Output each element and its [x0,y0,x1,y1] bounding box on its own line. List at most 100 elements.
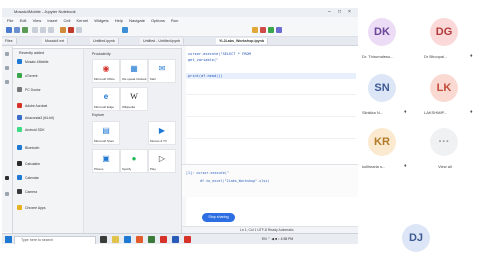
paste-icon[interactable] [48,27,54,33]
taskbar-search[interactable]: Type here to search [14,236,96,244]
app-item[interactable]: Mosaic 4Mobile [17,59,81,66]
tab-mosaic-ext[interactable]: Mosaic4 ext [42,38,69,44]
spotify-icon: ● [131,154,137,163]
menu-bar: File Edit View Insert Cell Kernel Widget… [2,17,358,24]
menu-help[interactable]: Help [115,17,123,24]
menu-cell[interactable]: Cell [63,17,70,24]
mic-icon: ♦ [404,163,407,169]
stop-sharing-button[interactable]: Stop sharing [202,213,235,222]
console-panel[interactable]: [1]: cursor.execute(" df.to_excel("2Labs… [180,164,358,197]
minimize-button[interactable]: – [328,9,331,15]
code-line: get_variable(" [188,58,219,62]
mail-icon: ✉ [158,64,166,73]
tool-icon[interactable] [122,27,128,33]
avatar-self[interactable]: DJ [402,224,430,252]
edge-icon[interactable] [124,236,131,243]
avatar[interactable]: LK [430,74,458,102]
participant-name: Dr. Thirumalesu... [362,54,394,59]
app-item[interactable]: Calculator [17,161,81,168]
tab-untitled-2[interactable]: Untitled - Untitled.ipynb [140,38,185,44]
stop-icon[interactable] [68,27,74,33]
shared-screen: Mosaic4Mobile - Jupyter Notebook – □ × F… [2,8,358,244]
app-item[interactable]: Camera [17,189,81,196]
participant-name: LAKSHMIP... [424,110,448,115]
settings-icon[interactable] [5,192,9,196]
open-icon[interactable] [14,27,20,33]
code-editor[interactable]: cursor.execute("SELECT * FROM get_variab… [180,46,358,232]
menu-options[interactable]: Options [151,17,165,24]
tile-movies[interactable]: ▶ Movies & TV [148,121,176,145]
code-line: print(df.head()) [188,74,223,78]
app-item[interactable]: Calendar [17,175,81,182]
app-list-header: Recently added [19,51,44,55]
menu-kernel[interactable]: Kernel [77,17,89,24]
menu-view[interactable]: View [33,17,42,24]
copy-icon[interactable] [40,27,46,33]
file-explorer-icon[interactable] [112,236,119,243]
search-icon[interactable] [5,66,9,70]
tile-spotify[interactable]: ● Spotify [120,149,148,173]
table-icon[interactable] [268,27,274,33]
new-icon[interactable] [6,27,12,33]
tile-photos[interactable]: ▣ Photos [92,149,120,173]
menu-file[interactable]: File [7,17,13,24]
app-item[interactable]: Chrome Apps [17,205,81,212]
run-icon[interactable] [60,27,66,33]
avatar[interactable]: SN [368,74,396,102]
tile-office[interactable]: ◉ Microsoft Office [92,59,120,83]
account-icon[interactable] [5,176,9,180]
section-title: Explore [92,113,105,117]
app-icon[interactable] [160,236,167,243]
app-item[interactable]: uTorrent [17,73,81,80]
menu-insert[interactable]: Insert [47,17,57,24]
avatar[interactable]: KR [368,128,396,156]
task-view-icon[interactable] [100,236,107,243]
tile-play[interactable]: ▷ Play [148,149,176,173]
app-icon [17,145,22,150]
app-icon [17,103,22,108]
menu-widgets[interactable]: Widgets [94,17,108,24]
save-icon[interactable] [22,27,28,33]
app-item[interactable]: Anaconda3 (64-bit) [17,115,81,122]
app-item[interactable]: Adobe Acrobat [17,103,81,110]
app-item[interactable]: Android SDK [17,127,81,134]
menu-run[interactable]: Run [171,17,178,24]
close-button[interactable]: × [348,9,351,15]
tile-outlook[interactable]: ▦ We speak Outlook [120,59,148,83]
status-text: Ln 1, Col 1 UTF-8 Ready Automatic [240,228,294,232]
word-icon[interactable] [172,236,179,243]
tile-store[interactable]: ▤ Microsoft Store [92,121,120,145]
avatar[interactable]: DK [368,18,396,46]
windows-start-icon[interactable] [5,236,12,243]
tile-edge[interactable]: e Microsoft Edge [92,87,120,111]
tile-mail[interactable]: ✉ Mail [148,59,176,83]
app-item[interactable]: Bluetooth [17,145,81,152]
app-icon [17,87,22,92]
tile-empty [120,121,148,145]
divider [186,94,356,95]
view-all-avatar[interactable]: ··· [430,128,458,156]
tile-wikipedia[interactable]: W Wikipedia [120,87,148,111]
cut-icon[interactable] [32,27,38,33]
menu-navigate[interactable]: Navigate [129,17,145,24]
tab-workshop[interactable]: YL2Labs_Workshop.ipynb [216,38,269,44]
menu-edit[interactable]: Edit [20,17,27,24]
system-tray: EN ⌃ ◀ ■ ♪ 4:58 PM [262,237,294,241]
tab-bar: Files Mosaic4 ext Untitled.ipynb Untitle… [2,37,358,46]
chart-icon[interactable] [276,27,282,33]
restart-icon[interactable] [76,27,82,33]
excel-icon[interactable] [148,236,155,243]
avatar[interactable]: DG [430,18,458,46]
highlight-icon[interactable] [260,27,266,33]
maximize-button[interactable]: □ [338,9,341,15]
git-icon[interactable] [5,80,9,84]
tab-files[interactable]: Files [2,38,17,44]
divider [186,116,356,117]
app-item[interactable]: PC Doctor [17,87,81,94]
format-icon[interactable] [252,27,258,33]
view-all-link[interactable]: View all [438,164,452,169]
pdf-icon[interactable] [184,236,191,243]
chrome-icon[interactable] [136,236,143,243]
explorer-icon[interactable] [5,52,9,56]
tab-untitled[interactable]: Untitled.ipynb [90,38,119,44]
